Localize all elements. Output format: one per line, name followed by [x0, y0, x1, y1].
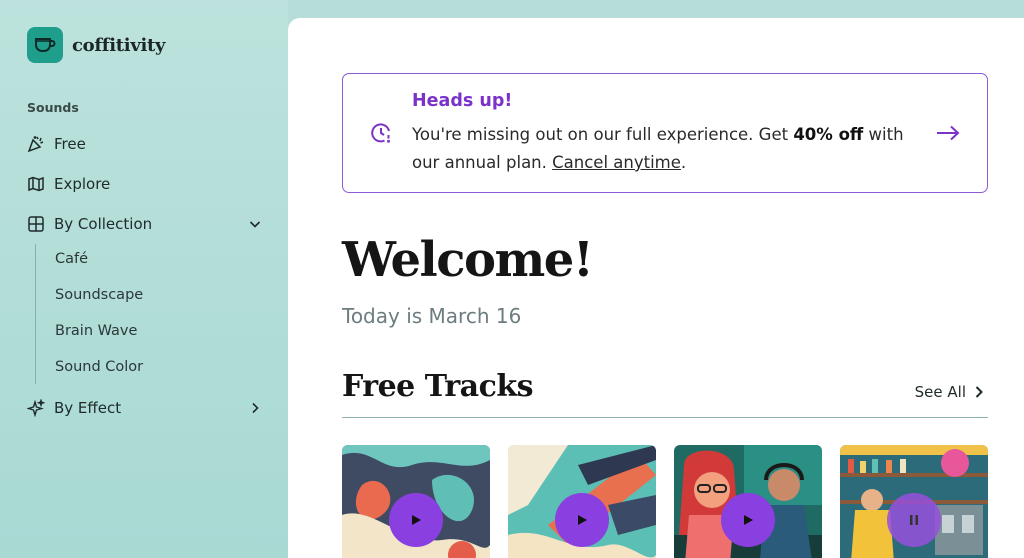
track-card[interactable] — [840, 445, 988, 558]
sidebar-item-label: Explore — [54, 175, 111, 193]
sidebar: coffitivity Sounds Free Explore By Colle… — [0, 0, 288, 558]
coffee-cup-icon — [27, 27, 63, 63]
chevron-right-icon[interactable] — [247, 400, 263, 416]
see-all-link[interactable]: See All — [915, 383, 984, 401]
sidebar-item-explore[interactable]: Explore — [27, 175, 263, 193]
brand-name: coffitivity — [72, 34, 166, 56]
map-icon — [27, 175, 45, 193]
free-tracks-header: Free Tracks See All — [342, 367, 988, 418]
chevron-right-icon — [975, 386, 983, 398]
section-title: Free Tracks — [342, 369, 534, 404]
sidebar-item-label: By Effect — [54, 399, 122, 417]
sidebar-subitem-brain-wave[interactable]: Brain Wave — [55, 323, 137, 339]
today-date: Today is March 16 — [342, 304, 522, 328]
main-panel: Heads up! You're missing out on our full… — [288, 18, 1024, 558]
sidebar-item-free[interactable]: Free — [27, 135, 263, 153]
banner-title: Heads up! — [412, 91, 513, 111]
sidebar-item-by-effect[interactable]: By Effect — [27, 399, 263, 417]
pause-button[interactable] — [887, 493, 941, 547]
sidebar-item-by-collection[interactable]: By Collection — [27, 215, 263, 233]
track-card[interactable] — [342, 445, 490, 558]
party-popper-icon — [27, 135, 45, 153]
play-icon — [578, 515, 587, 525]
play-button[interactable] — [721, 493, 775, 547]
sidebar-item-label: Free — [54, 135, 86, 153]
sounds-section-label: Sounds — [27, 100, 79, 115]
pause-icon — [910, 515, 918, 525]
see-all-label: See All — [914, 383, 966, 401]
play-icon — [744, 515, 753, 525]
play-button[interactable] — [555, 493, 609, 547]
banner-text-end: . — [680, 153, 687, 172]
cancel-anytime-link[interactable]: Cancel anytime — [552, 153, 681, 172]
clock-alert-icon — [370, 122, 392, 144]
sidebar-item-label: By Collection — [54, 215, 153, 233]
discount-highlight: 40% off — [793, 125, 864, 144]
banner-text-before: You're missing out on our full experienc… — [412, 125, 794, 144]
page-title: Welcome! — [342, 232, 594, 288]
grid-icon — [27, 215, 45, 233]
play-icon — [412, 515, 421, 525]
sidebar-subitem-soundscape[interactable]: Soundscape — [55, 287, 143, 303]
track-card[interactable] — [674, 445, 822, 558]
sidebar-subitem-cafe[interactable]: Café — [55, 251, 88, 267]
play-button[interactable] — [389, 493, 443, 547]
sidebar-subitem-sound-color[interactable]: Sound Color — [55, 359, 143, 375]
track-card[interactable] — [508, 445, 656, 558]
banner-text: You're missing out on our full experienc… — [412, 121, 932, 177]
collection-divider — [35, 244, 36, 384]
upgrade-banner[interactable]: Heads up! You're missing out on our full… — [342, 73, 988, 193]
brand[interactable]: coffitivity — [27, 27, 166, 63]
chevron-down-icon[interactable] — [247, 216, 263, 232]
arrow-right-icon[interactable] — [935, 122, 961, 144]
sparkle-icon — [27, 399, 45, 417]
